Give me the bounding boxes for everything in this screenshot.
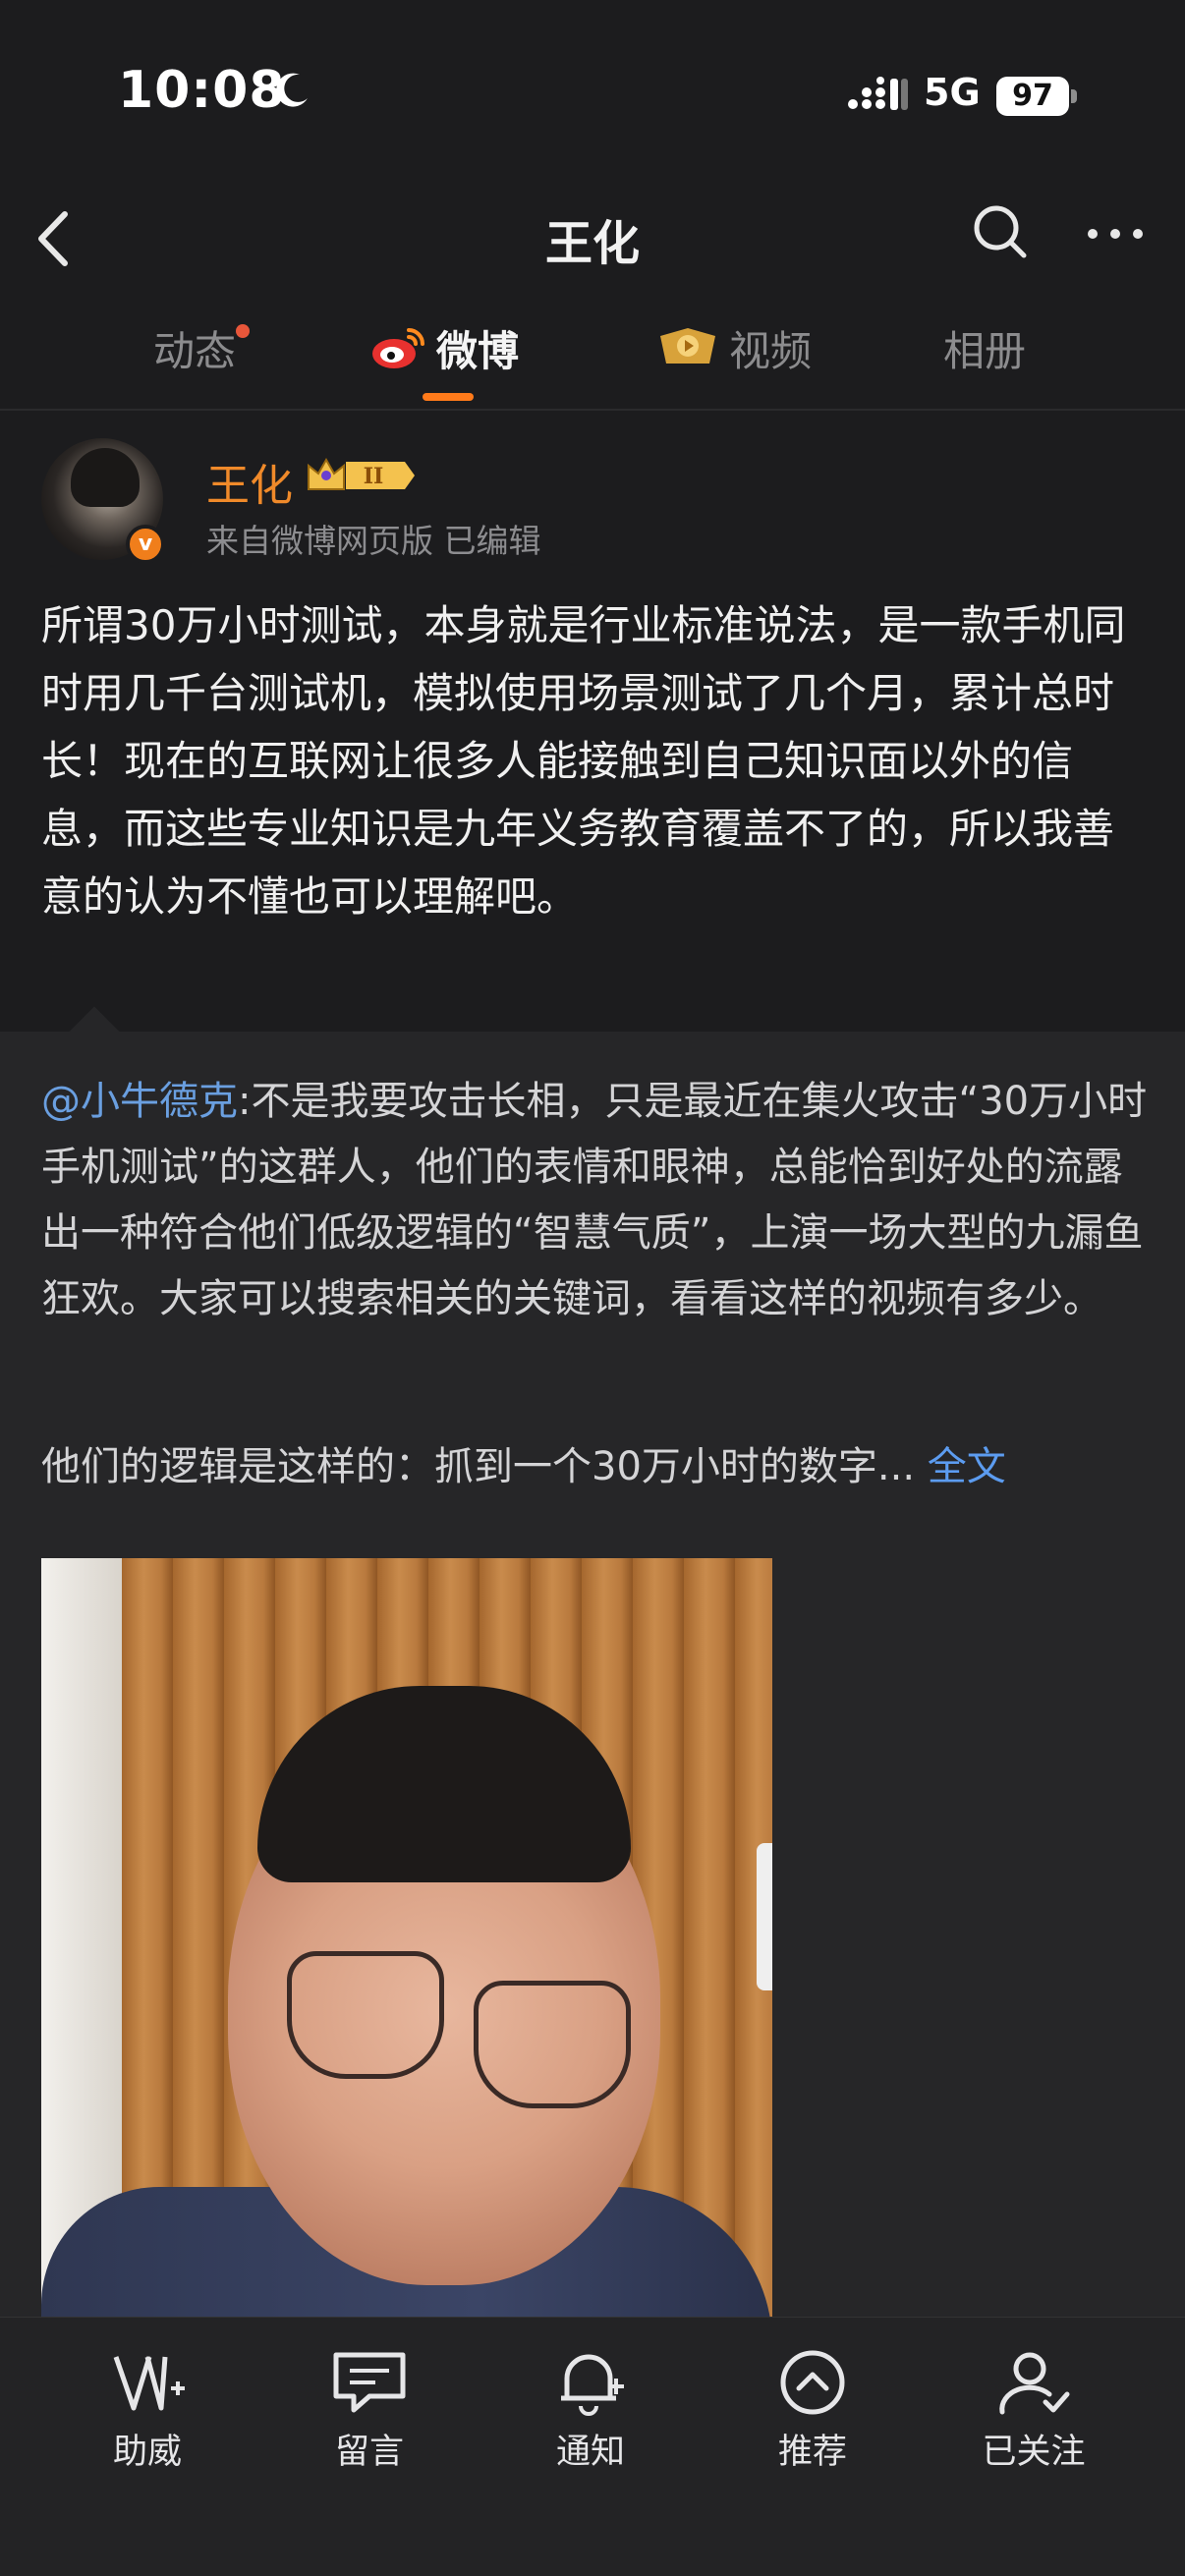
- weibo-icon: [372, 328, 424, 368]
- tab-video[interactable]: 视频: [656, 318, 812, 377]
- more-icon[interactable]: [1081, 206, 1150, 261]
- tab-label: 动态: [153, 326, 237, 375]
- recommend-icon: [780, 2350, 845, 2415]
- network-type: 5G: [924, 71, 981, 114]
- bell-icon: [561, 2354, 624, 2416]
- battery-level: 97: [996, 77, 1069, 116]
- notification-dot: [236, 324, 251, 338]
- status-time: 10:08: [118, 61, 286, 120]
- verified-badge-icon: v: [126, 525, 165, 564]
- tab-label: 微博: [436, 326, 520, 375]
- bottom-action-bar: 助威 留言 通知 推荐 已关注: [0, 2317, 1185, 2576]
- status-bar: 10:08 5G 97: [0, 0, 1185, 187]
- comment-icon: [333, 2352, 406, 2413]
- post-username[interactable]: 王化: [206, 450, 293, 513]
- recommend-button[interactable]: 推荐: [734, 2347, 891, 2474]
- member-crown-icon[interactable]: II: [303, 452, 419, 499]
- notify-button[interactable]: 通知: [512, 2347, 669, 2474]
- quoted-preview: 他们的逻辑是这样的：抓到一个30万小时的数字...: [41, 1444, 916, 1489]
- cheer-label: 助威: [112, 2433, 182, 2472]
- quoted-post[interactable]: @小牛德克:不是我要攻击长相，只是最近在集火攻击“30万小时手机测试”的这群人，…: [0, 1006, 1185, 2319]
- post-text: 所谓30万小时测试，本身就是行业标准说法，是一款手机同时用几千台测试机，模拟使用…: [41, 601, 1126, 921]
- battery-indicator: 97: [996, 77, 1077, 116]
- mention-link[interactable]: @小牛德克: [41, 1079, 238, 1124]
- cheer-icon: [113, 2356, 185, 2411]
- full-text-link[interactable]: 全文: [928, 1444, 1006, 1489]
- quoted-text: @小牛德克:不是我要攻击长相，只是最近在集火攻击“30万小时手机测试”的这群人，…: [41, 1069, 1152, 1332]
- followed-icon: [999, 2352, 1070, 2415]
- tab-weibo[interactable]: 微博: [369, 318, 519, 377]
- cheer-button[interactable]: 助威: [69, 2347, 226, 2474]
- quoted-preview-line: 他们的逻辑是这样的：抓到一个30万小时的数字... 全文: [41, 1434, 1152, 1500]
- tab-label: 相册: [943, 326, 1027, 375]
- tab-label: 视频: [729, 326, 813, 375]
- tab-dynamic[interactable]: 动态: [153, 318, 251, 377]
- post-meta: 来自微博网页版 已编辑: [206, 522, 541, 560]
- active-tab-indicator: [423, 393, 474, 401]
- recommend-label: 推荐: [777, 2433, 847, 2472]
- comment-button[interactable]: 留言: [291, 2347, 448, 2474]
- svg-text:II: II: [364, 464, 384, 489]
- nav-bar: 王化: [0, 187, 1185, 295]
- post-header: v 王化 II 来自微博网页版 已编辑: [0, 413, 1185, 570]
- moon-icon: [276, 73, 308, 107]
- followed-button[interactable]: 已关注: [955, 2347, 1112, 2474]
- notify-label: 通知: [555, 2433, 625, 2472]
- followed-label: 已关注: [982, 2433, 1086, 2472]
- video-icon: [660, 328, 715, 364]
- tab-album[interactable]: 相册: [943, 318, 1026, 377]
- comment-label: 留言: [334, 2433, 404, 2472]
- profile-tabs: 动态 微博 视频 相册: [0, 295, 1185, 411]
- signal-icon: [848, 77, 908, 110]
- search-icon[interactable]: [971, 200, 1030, 265]
- post-image[interactable]: [41, 1558, 772, 2319]
